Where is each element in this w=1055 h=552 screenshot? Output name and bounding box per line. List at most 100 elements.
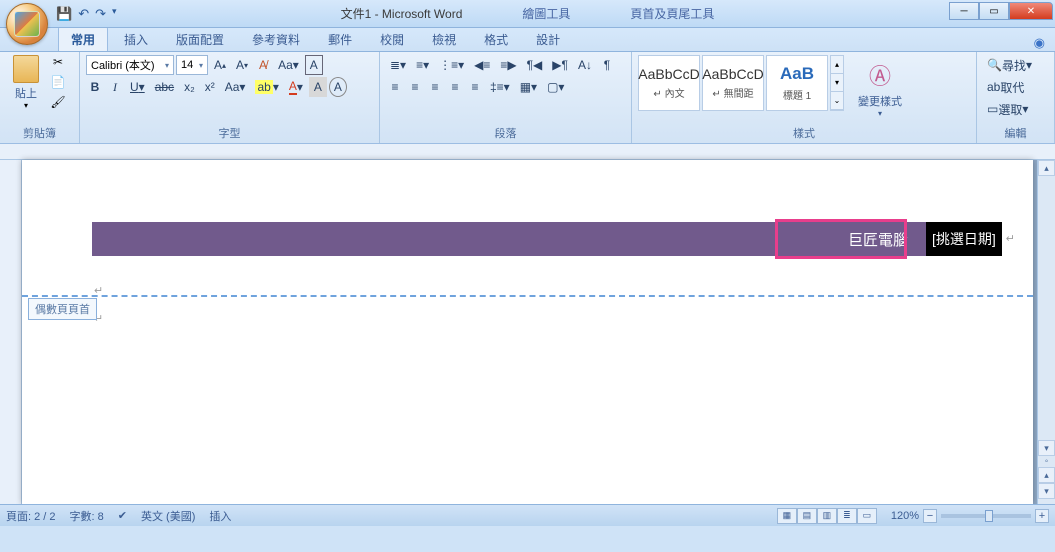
tab-references[interactable]: 參考資料: [240, 27, 312, 51]
ribbon-tabs: 常用 插入 版面配置 參考資料 郵件 校閱 檢視 格式 設計 ◉: [0, 28, 1055, 52]
font-size-combo[interactable]: 14▾: [176, 55, 208, 75]
justify-button[interactable]: ≡: [446, 77, 464, 97]
underline-button[interactable]: U▾: [126, 77, 149, 97]
header-content[interactable]: 巨匠電腦 [挑選日期] ↵: [92, 222, 1015, 256]
page-count[interactable]: 頁面: 2 / 2: [6, 508, 56, 524]
style-heading-1[interactable]: AaB 標題 1: [766, 55, 828, 111]
change-styles-button[interactable]: Ⓐ 變更樣式 ▾: [852, 55, 908, 122]
font-name-combo[interactable]: Calibri (本文)▾: [86, 55, 174, 75]
word-count[interactable]: 字數: 8: [70, 508, 104, 524]
enclose-char-button[interactable]: A: [329, 77, 347, 97]
highlight-button[interactable]: ab▾: [251, 77, 282, 97]
tab-review[interactable]: 校閱: [368, 27, 416, 51]
clear-formatting-button[interactable]: A̸: [254, 55, 272, 75]
styles-scroll[interactable]: ▴ ▾ ⌄: [830, 55, 844, 111]
align-center-button[interactable]: ≡: [406, 77, 424, 97]
help-icon[interactable]: ◉: [1034, 35, 1045, 51]
superscript-button[interactable]: x²: [201, 77, 219, 97]
sort-button[interactable]: A↓: [574, 55, 596, 75]
zoom-in-button[interactable]: +: [1035, 509, 1049, 523]
paste-button[interactable]: 貼上 ▾: [6, 55, 46, 113]
change-styles-icon: Ⓐ: [869, 59, 891, 91]
language-status[interactable]: 英文 (美國): [141, 508, 195, 524]
distribute-button[interactable]: ≡: [466, 77, 484, 97]
bullets-button[interactable]: ≣▾: [386, 55, 410, 75]
horizontal-ruler[interactable]: [0, 144, 1055, 160]
quick-access-toolbar: 💾 ↶ ↷ ▾: [56, 6, 117, 22]
group-label-styles: 樣式: [638, 124, 970, 142]
qat-dropdown-icon[interactable]: ▾: [112, 6, 117, 22]
zoom-out-button[interactable]: −: [923, 509, 937, 523]
find-button[interactable]: 🔍 尋找▾: [983, 55, 1048, 75]
vertical-scrollbar[interactable]: ▴ ▾ ◦ ▴ ▾: [1037, 160, 1055, 504]
format-painter-icon[interactable]: 🖌: [49, 95, 67, 113]
select-button[interactable]: ▭ 選取▾: [983, 99, 1048, 119]
scroll-up-icon[interactable]: ▴: [1038, 160, 1055, 176]
borders-button[interactable]: ▢▾: [543, 77, 568, 97]
group-label-editing: 編輯: [983, 124, 1048, 142]
rtl-button[interactable]: ▶¶: [548, 55, 572, 75]
decrease-indent-button[interactable]: ◀≡: [470, 55, 494, 75]
tab-layout[interactable]: 版面配置: [164, 27, 236, 51]
styles-up-icon[interactable]: ▴: [831, 56, 843, 74]
italic-button[interactable]: I: [106, 77, 124, 97]
font-color-button[interactable]: A▾: [285, 77, 307, 97]
line-spacing-button[interactable]: ‡≡▾: [486, 77, 514, 97]
scroll-down-icon[interactable]: ▾: [1038, 440, 1055, 456]
date-picker-placeholder[interactable]: [挑選日期]: [926, 222, 1002, 256]
multilevel-button[interactable]: ⋮≡▾: [435, 55, 468, 75]
styles-more-icon[interactable]: ⌄: [831, 92, 843, 110]
cut-icon[interactable]: ✂: [49, 55, 67, 73]
fullscreen-view[interactable]: ▤: [797, 508, 817, 524]
browse-object-icon[interactable]: ◦: [1038, 456, 1055, 467]
subscript-button[interactable]: x₂: [180, 77, 199, 97]
style-normal[interactable]: AaBbCcD ↵ 內文: [638, 55, 700, 111]
even-page-header-tag[interactable]: 偶數頁頁首: [28, 298, 97, 320]
ltr-button[interactable]: ¶◀: [523, 55, 547, 75]
zoom-slider[interactable]: [941, 514, 1031, 518]
minimize-button[interactable]: ─: [949, 2, 979, 20]
shrink-font-button[interactable]: A▾: [232, 55, 252, 75]
styles-down-icon[interactable]: ▾: [831, 74, 843, 92]
next-page-icon[interactable]: ▾: [1038, 483, 1055, 499]
print-layout-view[interactable]: ▦: [777, 508, 797, 524]
zoom-value[interactable]: 120%: [891, 510, 919, 522]
tab-design[interactable]: 設計: [524, 27, 572, 51]
copy-icon[interactable]: 📄: [49, 75, 67, 93]
text-effects-button[interactable]: Aa▾: [221, 77, 250, 97]
bold-button[interactable]: B: [86, 77, 104, 97]
increase-indent-button[interactable]: ≡▶: [496, 55, 520, 75]
insert-mode[interactable]: 插入: [209, 508, 231, 524]
save-icon[interactable]: 💾: [56, 6, 72, 22]
char-shading-button[interactable]: A: [309, 77, 327, 97]
group-paragraph: ≣▾ ≡▾ ⋮≡▾ ◀≡ ≡▶ ¶◀ ▶¶ A↓ ¶ ≡ ≡ ≡ ≡ ≡ ‡≡▾…: [380, 52, 632, 143]
draft-view[interactable]: ▭: [857, 508, 877, 524]
outline-view[interactable]: ≣: [837, 508, 857, 524]
tab-insert[interactable]: 插入: [112, 27, 160, 51]
office-button[interactable]: [6, 3, 48, 45]
replace-button[interactable]: ab 取代: [983, 77, 1048, 97]
prev-page-icon[interactable]: ▴: [1038, 467, 1055, 483]
style-no-spacing[interactable]: AaBbCcD ↵ 無間距: [702, 55, 764, 111]
maximize-button[interactable]: ▭: [979, 2, 1009, 20]
shading-button[interactable]: ▦▾: [516, 77, 541, 97]
tab-format[interactable]: 格式: [472, 27, 520, 51]
change-case-button[interactable]: Aa▾: [274, 55, 303, 75]
align-left-button[interactable]: ≡: [386, 77, 404, 97]
character-border-button[interactable]: A: [305, 55, 323, 75]
web-layout-view[interactable]: ▥: [817, 508, 837, 524]
undo-icon[interactable]: ↶: [78, 6, 89, 22]
grow-font-button[interactable]: A▴: [210, 55, 230, 75]
strikethrough-button[interactable]: abc: [151, 77, 178, 97]
redo-icon[interactable]: ↷: [95, 6, 106, 22]
tab-view[interactable]: 檢視: [420, 27, 468, 51]
close-button[interactable]: ✕: [1009, 2, 1053, 20]
numbering-button[interactable]: ≡▾: [412, 55, 433, 75]
align-right-button[interactable]: ≡: [426, 77, 444, 97]
proofing-icon[interactable]: ✔: [118, 509, 127, 522]
show-marks-button[interactable]: ¶: [598, 55, 616, 75]
page[interactable]: 巨匠電腦 [挑選日期] ↵ ↵ ↵ 偶數頁頁首: [22, 160, 1033, 504]
vertical-ruler[interactable]: [0, 160, 22, 504]
tab-mailings[interactable]: 郵件: [316, 27, 364, 51]
tab-home[interactable]: 常用: [58, 26, 108, 51]
